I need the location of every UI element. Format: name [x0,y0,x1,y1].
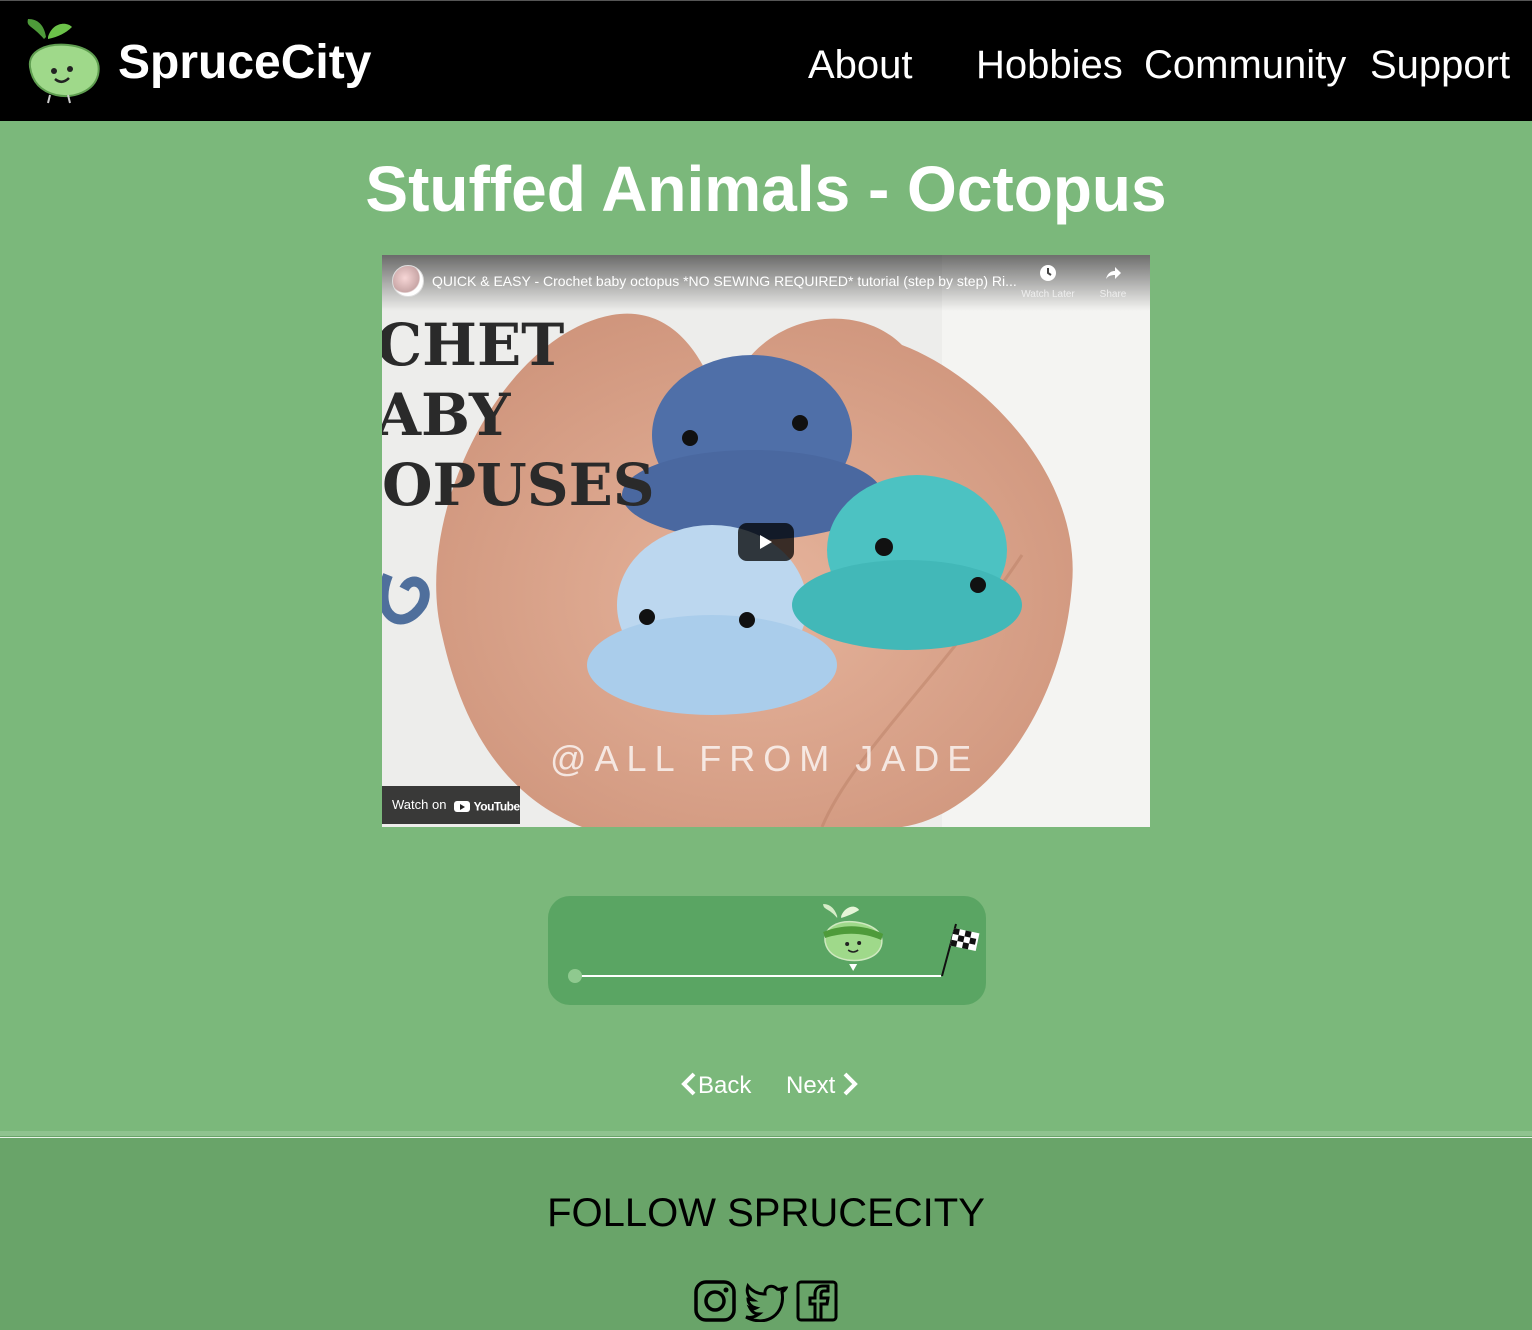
facebook-icon[interactable] [796,1280,838,1322]
clock-icon [1040,265,1056,281]
watch-on-youtube-button[interactable]: Watch on YouTube [382,786,520,824]
youtube-label: YouTube [473,799,521,814]
footer-divider [0,1137,1532,1138]
share-label: Share [1099,289,1127,300]
watch-on-label: Watch on [392,797,447,812]
back-button[interactable]: Back [680,1070,751,1102]
back-label: Back [698,1072,752,1099]
video-title-link[interactable]: QUICK & EASY - Crochet baby octopus *NO … [432,272,1022,290]
checkered-flag-icon [941,923,980,977]
chevron-right-icon [843,1072,859,1096]
next-button[interactable]: Next [786,1070,859,1102]
nav-community[interactable]: Community [1144,41,1346,89]
video-watermark: @ALL FROM JADE [550,738,979,779]
nav-support[interactable]: Support [1370,41,1510,89]
share-arrow-icon [1106,267,1121,279]
overlay-line-2: ABY [382,381,511,449]
share-button[interactable]: Share [1081,264,1145,300]
channel-avatar[interactable] [392,265,424,297]
follow-heading: FOLLOW SPRUCECITY [547,1191,985,1235]
chevron-left-icon [681,1072,696,1096]
progress-start-dot [568,969,582,983]
progress-marker [823,904,884,971]
spruce-mascot-icon [823,904,884,962]
watch-later-button[interactable]: Watch Later [1016,264,1080,300]
overlay-line-3: OPUSES [382,451,655,519]
play-button[interactable] [738,523,794,561]
play-icon [760,535,772,549]
page-title: Stuffed Animals - Octopus [365,153,1167,225]
progress-tracker [548,896,986,1005]
instagram-icon[interactable] [694,1280,736,1322]
next-label: Next [786,1072,836,1099]
brand-name[interactable]: SpruceCity [118,35,371,91]
spruce-mascot-logo-icon[interactable] [22,15,104,107]
progress-track-graphic [568,904,980,983]
nav-hobbies[interactable]: Hobbies [976,41,1123,89]
youtube-logo-icon: YouTube [454,798,520,814]
twitter-icon[interactable] [744,1280,789,1323]
overlay-line-1: CHET [382,311,564,379]
video-embed[interactable]: CHET ABY OPUSES @ALL FROM JADE QUICK & E… [382,255,1150,827]
nav-about[interactable]: About [808,41,913,89]
top-navigation-bar: SpruceCity About Hobbies Community Suppo… [0,0,1532,121]
watch-later-label: Watch Later [1021,289,1075,300]
